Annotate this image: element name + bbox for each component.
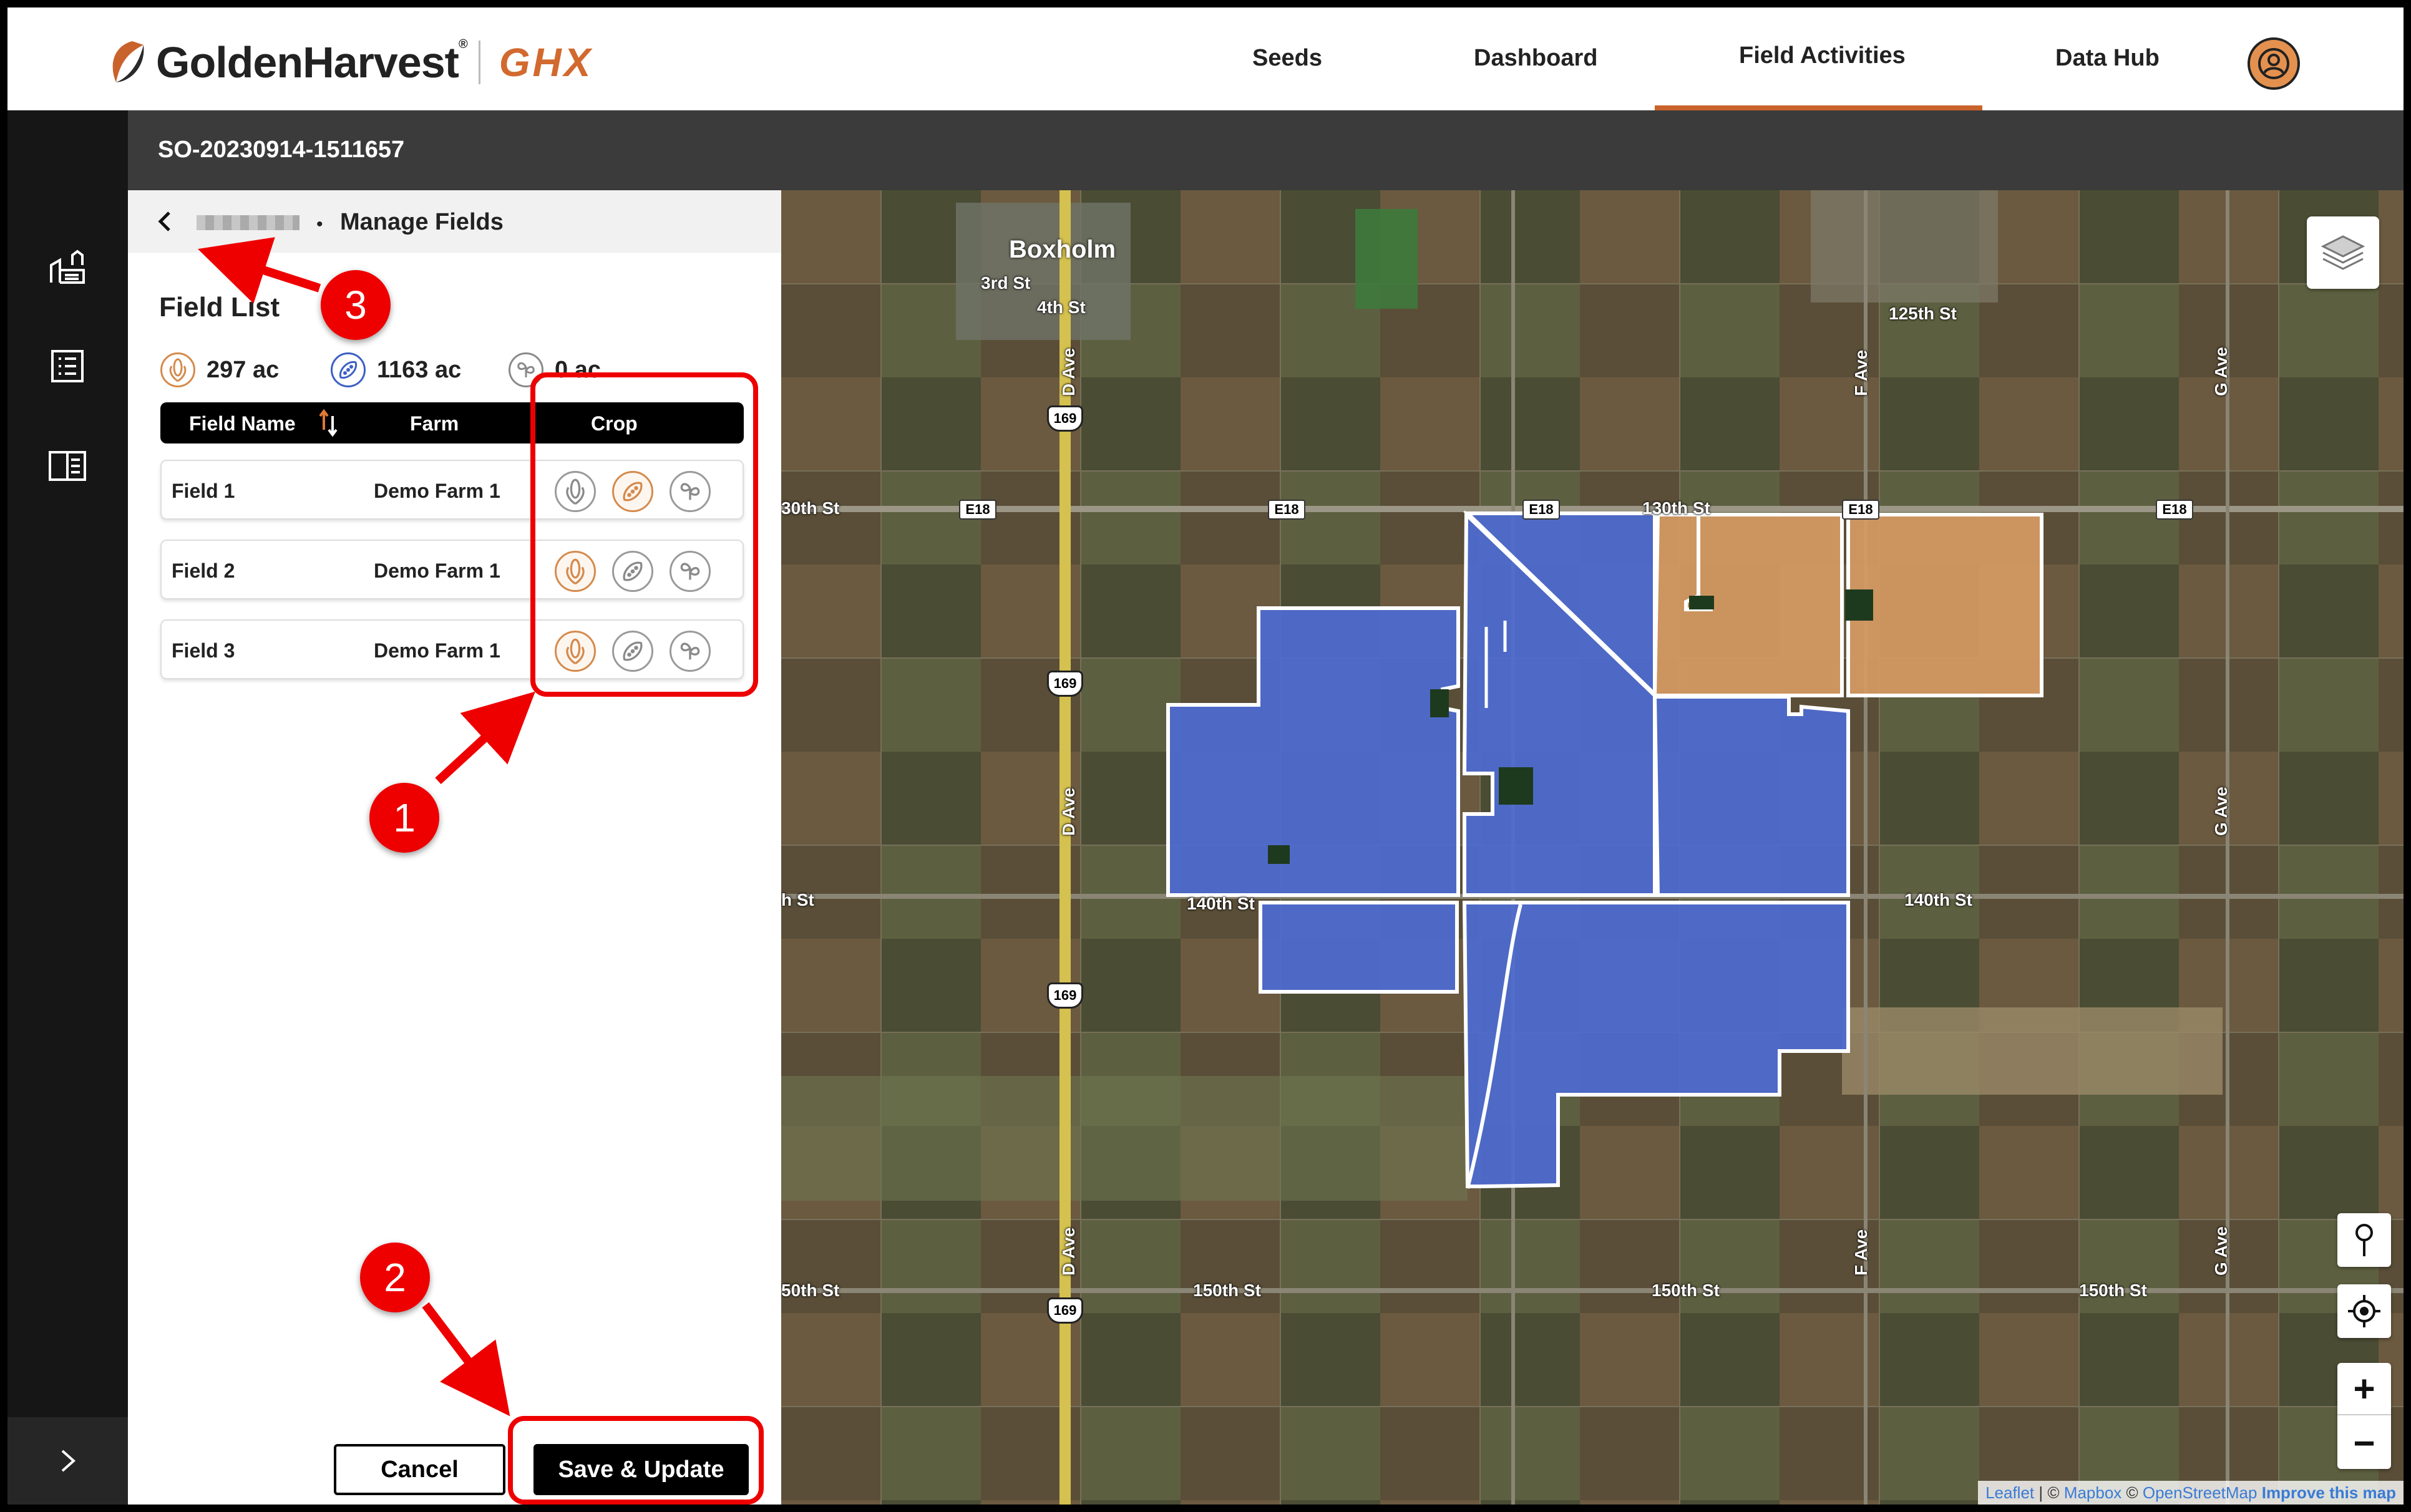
logo-divider xyxy=(478,41,480,84)
map-street-label: 130th St xyxy=(1642,498,1710,518)
map-locate-button[interactable] xyxy=(2337,1284,2391,1338)
rail-list-icon[interactable] xyxy=(42,341,92,391)
county-road-badge: E18 xyxy=(2156,500,2193,520)
map-street-label: 30th St xyxy=(781,498,840,518)
map-street-label: 150th St xyxy=(2079,1281,2147,1300)
nav-seeds[interactable]: Seeds xyxy=(1252,45,1322,72)
annotation-badge-2: 2 xyxy=(360,1243,430,1312)
rail-book-icon[interactable] xyxy=(42,441,92,491)
field-list-title: Field List xyxy=(159,292,280,322)
attribution-separator: | xyxy=(2038,1483,2043,1502)
satellite-map[interactable]: Boxholm 3rd St 4th St 125th St 30th St 1… xyxy=(781,190,2404,1505)
user-avatar[interactable] xyxy=(2248,37,2300,90)
breadcrumb-current: Manage Fields xyxy=(340,209,504,235)
mapbox-link[interactable]: Mapbox xyxy=(2064,1483,2122,1502)
map-avenue-label: D Ave xyxy=(1059,1227,1078,1276)
golden-harvest-leaf-icon xyxy=(112,41,144,82)
map-zoom-control: + − xyxy=(2337,1363,2391,1469)
user-icon xyxy=(2258,48,2289,79)
county-road-badge: E18 xyxy=(1522,500,1560,520)
county-road-badge: E18 xyxy=(959,500,996,520)
map-avenue-label: G Ave xyxy=(2211,1226,2231,1276)
brand-logo[interactable]: GoldenHarvest® GHX xyxy=(107,37,593,87)
farm-name: Demo Farm 1 xyxy=(374,560,500,582)
osm-link[interactable]: OpenStreetMap xyxy=(2143,1483,2258,1502)
improve-map-link[interactable]: Improve this map xyxy=(2262,1483,2396,1502)
map-street-label: 4th St xyxy=(1037,298,1086,317)
save-button-highlight xyxy=(508,1416,764,1505)
locate-icon xyxy=(2348,1295,2380,1327)
layers-icon xyxy=(2321,235,2365,270)
zoom-in-button[interactable]: + xyxy=(2337,1363,2391,1415)
cancel-button[interactable]: Cancel xyxy=(334,1444,505,1495)
map-street-label: 140th St xyxy=(1187,894,1255,913)
field-name: Field 1 xyxy=(172,480,235,502)
highway-shield: 169 xyxy=(1047,671,1083,697)
zoom-out-button[interactable]: − xyxy=(2337,1417,2391,1469)
map-avenue-label: D Ave xyxy=(1059,787,1078,836)
sort-icon[interactable] xyxy=(316,407,341,439)
summary-soybean: 1163 ac xyxy=(331,351,461,389)
map-street-label: 3rd St xyxy=(981,273,1031,293)
order-id: SO-20230914-1511657 xyxy=(158,137,405,163)
copyright-symbol: © xyxy=(2126,1483,2138,1502)
map-street-label: h St xyxy=(781,890,814,909)
nav-data-hub[interactable]: Data Hub xyxy=(2055,45,2160,72)
farm-name: Demo Farm 1 xyxy=(374,639,500,662)
map-avenue-label: G Ave xyxy=(2211,787,2231,836)
breadcrumb-parent-redacted[interactable] xyxy=(197,215,300,230)
field-name: Field 2 xyxy=(172,560,235,582)
map-street-label: 140th St xyxy=(1904,890,1972,909)
map-town-label: Boxholm xyxy=(1009,236,1116,263)
map-avenue-label: F Ave xyxy=(1851,349,1871,396)
pin-icon xyxy=(2355,1224,2373,1256)
summary-corn-acres: 297 ac xyxy=(207,356,280,383)
map-avenue-label: D Ave xyxy=(1059,347,1078,396)
top-navigation: GoldenHarvest® GHX Seeds Dashboard Field… xyxy=(7,7,2404,110)
crop-column-highlight xyxy=(530,372,758,697)
leaflet-link[interactable]: Leaflet xyxy=(1985,1483,2034,1502)
map-background xyxy=(781,190,2404,1505)
order-bar: SO-20230914-1511657 xyxy=(128,110,2404,190)
nav-dashboard[interactable]: Dashboard xyxy=(1474,45,1597,72)
map-pin-button[interactable] xyxy=(2337,1213,2391,1267)
annotation-badge-3: 3 xyxy=(321,270,391,340)
summary-corn: 297 ac xyxy=(160,351,279,389)
map-avenue-label: G Ave xyxy=(2211,347,2231,396)
copyright-symbol: © xyxy=(2047,1483,2060,1502)
nav-field-activities[interactable]: Field Activities xyxy=(1739,42,1906,69)
back-chevron-icon[interactable] xyxy=(153,209,178,234)
highway-shield: 169 xyxy=(1047,982,1083,1009)
annotation-badge-1: 1 xyxy=(369,783,439,853)
soybean-icon xyxy=(331,352,366,387)
highway-shield: 169 xyxy=(1047,1297,1083,1324)
rail-farm-icon[interactable] xyxy=(42,241,92,291)
map-attribution: Leaflet | © Mapbox © OpenStreetMap Impro… xyxy=(1978,1481,2404,1505)
chevron-right-icon xyxy=(61,1450,75,1472)
county-road-badge: E18 xyxy=(1268,500,1305,520)
nav-active-indicator xyxy=(1655,105,1982,110)
rail-expand-button[interactable] xyxy=(7,1417,128,1505)
breadcrumb: • Manage Fields xyxy=(128,190,781,253)
map-street-label: 150th St xyxy=(1193,1281,1261,1300)
summary-soybean-acres: 1163 ac xyxy=(377,356,462,383)
field-name: Field 3 xyxy=(172,639,235,662)
map-avenue-label: F Ave xyxy=(1851,1229,1871,1276)
county-road-badge: E18 xyxy=(1842,500,1879,520)
breadcrumb-separator: • xyxy=(316,214,323,235)
highway-shield: 169 xyxy=(1047,405,1083,432)
map-layers-button[interactable] xyxy=(2307,216,2379,289)
header-farm: Farm xyxy=(410,412,459,435)
map-street-label: 125th St xyxy=(1889,304,1957,323)
map-street-label: 150th St xyxy=(1652,1281,1720,1300)
farm-name: Demo Farm 1 xyxy=(374,480,500,502)
map-street-label: 50th St xyxy=(781,1281,840,1300)
product-name: GHX xyxy=(499,40,593,85)
app-frame: GoldenHarvest® GHX Seeds Dashboard Field… xyxy=(7,7,2404,1505)
brand-name: GoldenHarvest® xyxy=(156,37,468,87)
corn-icon xyxy=(160,352,195,387)
left-rail xyxy=(7,110,128,1505)
header-field-name[interactable]: Field Name xyxy=(189,412,296,435)
